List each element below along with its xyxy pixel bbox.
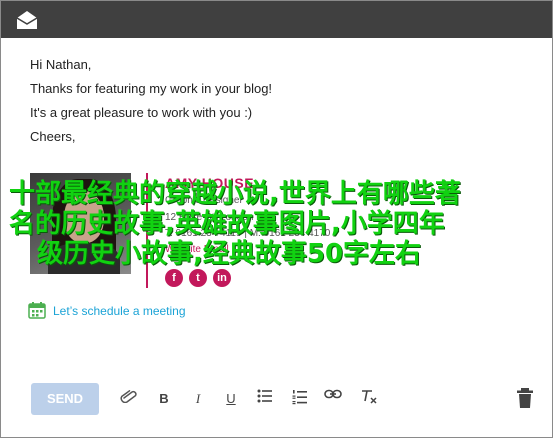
overlay-line-1: 十部最经典的穿越小说,世界上有哪些著: [9, 179, 461, 209]
schedule-meeting-label[interactable]: Let’s schedule a meeting: [53, 304, 186, 318]
facebook-icon[interactable]: f: [165, 269, 183, 287]
twitter-icon[interactable]: t: [189, 269, 207, 287]
attach-icon[interactable]: [119, 389, 139, 409]
trash-icon[interactable]: [515, 387, 535, 409]
clear-formatting-icon[interactable]: [359, 389, 379, 409]
send-button[interactable]: SEND: [31, 383, 99, 415]
calendar-icon: [28, 302, 46, 319]
link-icon[interactable]: [323, 389, 343, 409]
bold-button[interactable]: B: [154, 389, 174, 409]
overlay-line-3: 级历史小故事,经典故事50字左右: [37, 239, 422, 269]
email-line-2: It's a great pleasure to work with you :…: [30, 105, 253, 120]
email-closing: Cheers,: [30, 129, 76, 144]
numbered-list-icon[interactable]: [290, 389, 310, 409]
email-body[interactable]: Hi Nathan, Thanks for featuring my work …: [30, 53, 272, 149]
italic-button[interactable]: I: [188, 389, 208, 409]
email-line-1: Thanks for featuring my work in your blo…: [30, 81, 273, 96]
email-compose-window: Hi Nathan, Thanks for featuring my work …: [0, 0, 553, 438]
overlay-line-2: 名的历史故事,英雄故事图片,小学四年: [9, 209, 445, 239]
top-bar: [1, 1, 552, 38]
bulleted-list-icon[interactable]: [255, 389, 275, 409]
watermark-overlay-text: 十部最经典的穿越小说,世界上有哪些著 名的历史故事,英雄故事图片,小学四年 级历…: [9, 179, 549, 269]
open-mail-icon[interactable]: [15, 10, 39, 30]
email-greeting: Hi Nathan,: [30, 57, 92, 72]
underline-button[interactable]: U: [221, 389, 241, 409]
linkedin-icon[interactable]: in: [213, 269, 231, 287]
